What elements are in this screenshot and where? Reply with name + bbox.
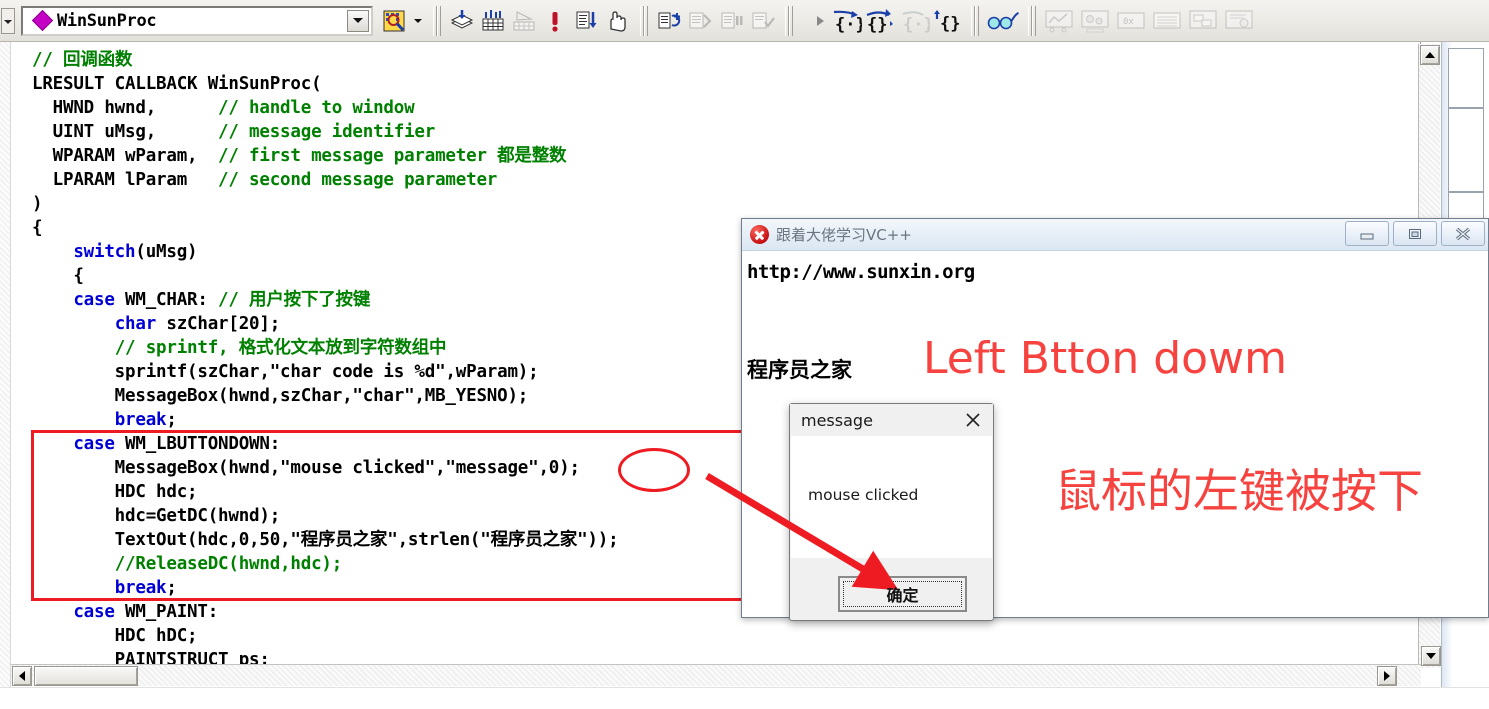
app-window-title: 跟着大佬学习VC++ xyxy=(776,226,912,244)
code-line: //ReleaseDC(hwnd,hdc); xyxy=(114,554,343,574)
message-box-close-icon[interactable] xyxy=(961,408,985,432)
code-line: LPARAM lParam // second message paramete… xyxy=(32,170,498,190)
member-function-icon xyxy=(31,9,54,32)
code-line: break; xyxy=(114,410,177,430)
code-line: // sprintf, 格式化文本放到字符数组中 xyxy=(114,338,447,358)
scroll-down-button[interactable] xyxy=(1421,646,1441,666)
code-line: HDC hDC; xyxy=(32,626,198,646)
svg-text:{}: {} xyxy=(867,15,887,33)
step-into-icon[interactable]: {·} xyxy=(830,6,862,36)
build-icon[interactable] xyxy=(478,6,507,36)
left-stub-dropdown-icon[interactable] xyxy=(1,7,15,34)
variables-window-icon[interactable] xyxy=(1078,6,1112,36)
app-window-titlebar[interactable]: 跟着大佬学习VC++ xyxy=(742,219,1488,251)
source-code[interactable]: // 回调函数 LRESULT CALLBACK WinSunProc( HWND… xyxy=(32,48,619,672)
combo-value: WinSunProc xyxy=(57,10,157,31)
svg-text:0x: 0x xyxy=(1123,17,1134,27)
code-line: { xyxy=(32,218,43,238)
annotation-chinese-text: 鼠标的左键被按下 xyxy=(1055,464,1423,518)
scroll-up-button[interactable] xyxy=(1420,45,1440,65)
code-line: MessageBox(hwnd,"mouse clicked","message… xyxy=(32,458,580,478)
status-strip xyxy=(0,687,1489,709)
stop-build-icon[interactable] xyxy=(509,6,538,36)
toolbar: WinSunProc {· {} {· {} 0x xyxy=(0,0,1489,42)
step-arrow-icon[interactable] xyxy=(799,6,828,36)
hand-pause-icon[interactable] xyxy=(602,6,631,36)
restart-icon[interactable] xyxy=(685,6,714,36)
annotation-english-text: Left Btton dowm xyxy=(923,333,1287,384)
close-button[interactable] xyxy=(1441,221,1485,246)
watch-window-icon[interactable] xyxy=(1042,6,1076,36)
drawn-text: 程序员之家 xyxy=(747,357,852,382)
code-line: case WM_LBUTTONDOWN: xyxy=(73,434,281,454)
maximize-button[interactable] xyxy=(1393,221,1437,246)
combo-dropdown-button[interactable] xyxy=(347,9,369,32)
code-line: ) xyxy=(32,194,43,214)
code-line: switch(uMsg) xyxy=(73,242,198,262)
message-box-dialog[interactable]: message mouse clicked 确定 xyxy=(789,403,994,621)
svg-text:{}: {} xyxy=(940,14,960,33)
scroll-right-button[interactable] xyxy=(1377,665,1397,686)
registers-window-icon[interactable]: 0x xyxy=(1114,6,1148,36)
editor-left-margin xyxy=(0,42,11,687)
code-line: case WM_PAINT: xyxy=(73,602,219,622)
step-out-icon[interactable]: {·} xyxy=(898,6,930,36)
code-line: hdc=GetDC(hwnd); xyxy=(32,506,281,526)
code-line: HWND hwnd, // handle to window xyxy=(32,98,415,118)
dock-item-1[interactable] xyxy=(1448,48,1484,108)
message-box-text: mouse clicked xyxy=(808,486,919,504)
code-line: UINT uMsg, // message identifier xyxy=(32,122,436,142)
app-root: WinSunProc {· {} {· {} 0x // 回调函数 LRESUL… xyxy=(0,0,1489,709)
class-member-filter-icon[interactable] xyxy=(379,6,408,36)
compile-icon[interactable] xyxy=(447,6,476,36)
toolbar-separator-5 xyxy=(1028,5,1036,36)
code-line: { xyxy=(32,266,84,286)
function-combo-box[interactable]: WinSunProc xyxy=(21,5,373,36)
horizontal-scroll-thumb[interactable] xyxy=(34,665,138,686)
window-controls xyxy=(1345,221,1485,246)
editor-horizontal-scrollbar[interactable] xyxy=(11,664,1421,686)
insert-breakpoint-icon[interactable] xyxy=(654,6,683,36)
toolbar-separator-2 xyxy=(640,5,648,36)
ok-button-label: 确定 xyxy=(886,586,919,605)
stop-debugging-icon[interactable] xyxy=(716,6,745,36)
go-icon[interactable] xyxy=(571,6,600,36)
error-icon xyxy=(750,225,769,244)
code-line: char szChar[20]; xyxy=(114,314,281,334)
class-filter-dropdown-icon[interactable] xyxy=(410,6,426,36)
run-to-cursor-icon[interactable]: {} xyxy=(932,6,964,36)
svg-text:{·}: {·} xyxy=(903,15,930,33)
code-line: HDC hdc; xyxy=(32,482,198,502)
code-line: LRESULT CALLBACK WinSunProc( xyxy=(32,74,322,94)
apply-code-changes-icon[interactable] xyxy=(747,6,776,36)
message-box-title: message xyxy=(801,410,873,430)
url-text: http://www.sunxin.org xyxy=(747,261,975,283)
code-line: WPARAM wParam, // first message paramete… xyxy=(32,146,567,166)
quickwatch-icon[interactable] xyxy=(985,6,1021,36)
code-line: break; xyxy=(114,578,177,598)
code-line: case WM_CHAR: // 用户按下了按键 xyxy=(73,290,371,310)
call-stack-window-icon[interactable] xyxy=(1186,6,1220,36)
disassembly-window-icon[interactable] xyxy=(1222,6,1256,36)
minimize-button[interactable] xyxy=(1345,221,1389,246)
code-line: sprintf(szChar,"char code is %d",wParam)… xyxy=(32,362,539,382)
svg-text:{·}: {·} xyxy=(835,15,862,33)
message-box-footer: 确定 xyxy=(791,558,992,619)
code-line: MessageBox(hwnd,szChar,"char",MB_YESNO); xyxy=(32,386,529,406)
execute-program-icon[interactable] xyxy=(540,6,569,36)
dock-item-2[interactable] xyxy=(1448,108,1484,192)
ok-button[interactable]: 确定 xyxy=(838,576,967,612)
toolbar-separator-4 xyxy=(971,5,979,36)
message-box-body: mouse clicked xyxy=(791,436,992,558)
code-line: // 回调函数 xyxy=(32,50,133,70)
toolbar-separator xyxy=(433,5,441,36)
code-line: TextOut(hdc,0,50,"程序员之家",strlen("程序员之家")… xyxy=(32,530,619,550)
toolbar-separator-3 xyxy=(785,5,793,36)
memory-window-icon[interactable] xyxy=(1150,6,1184,36)
step-over-icon[interactable]: {} xyxy=(864,6,896,36)
message-box-titlebar[interactable]: message xyxy=(790,404,993,436)
scroll-left-button[interactable] xyxy=(12,665,32,686)
